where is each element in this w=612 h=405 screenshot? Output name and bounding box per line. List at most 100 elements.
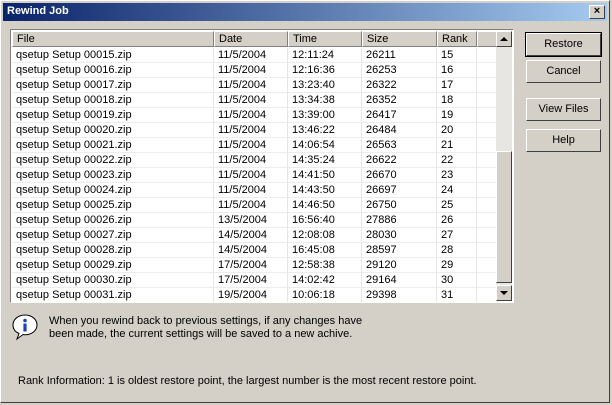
- cell-spacer: [477, 78, 498, 93]
- cell-file: qsetup Setup 00023.zip: [12, 168, 214, 183]
- cell-time: 12:16:36: [288, 63, 362, 78]
- cell-spacer: [477, 288, 498, 302]
- list-item[interactable]: qsetup Setup 00029.zip 17/5/2004 12:58:38 2…: [12, 258, 498, 273]
- list-item[interactable]: qsetup Setup 00026.zip 13/5/2004 16:56:40 2…: [12, 213, 498, 228]
- column-header-time[interactable]: Time: [288, 31, 362, 47]
- cell-file: qsetup Setup 00026.zip: [12, 213, 214, 228]
- cell-file: qsetup Setup 00021.zip: [12, 138, 214, 153]
- list-item[interactable]: qsetup Setup 00023.zip 11/5/2004 14:41:50 2…: [12, 168, 498, 183]
- cell-date: 17/5/2004: [214, 273, 288, 288]
- list-item[interactable]: qsetup Setup 00031.zip 19/5/2004 10:06:18 2…: [12, 288, 498, 302]
- cell-time: 13:23:40: [288, 78, 362, 93]
- arrow-down-icon: [500, 291, 508, 295]
- column-header-date[interactable]: Date: [214, 31, 288, 47]
- cell-rank: 15: [437, 48, 477, 63]
- cell-time: 14:35:24: [288, 153, 362, 168]
- cell-rank: 21: [437, 138, 477, 153]
- cell-date: 13/5/2004: [214, 213, 288, 228]
- cell-size: 26352: [362, 93, 437, 108]
- cell-spacer: [477, 63, 498, 78]
- cell-date: 11/5/2004: [214, 78, 288, 93]
- cell-time: 13:34:38: [288, 93, 362, 108]
- cell-time: 16:45:08: [288, 243, 362, 258]
- cell-time: 10:06:18: [288, 288, 362, 302]
- cell-size: 26211: [362, 48, 437, 63]
- cell-size: 29120: [362, 258, 437, 273]
- cell-rank: 27: [437, 228, 477, 243]
- list-item[interactable]: qsetup Setup 00024.zip 11/5/2004 14:43:50 2…: [12, 183, 498, 198]
- cell-size: 26484: [362, 123, 437, 138]
- list-item[interactable]: qsetup Setup 00030.zip 17/5/2004 14:02:42 2…: [12, 273, 498, 288]
- cell-spacer: [477, 213, 498, 228]
- scroll-up-button[interactable]: [496, 31, 512, 47]
- cell-size: 26417: [362, 108, 437, 123]
- cell-time: 12:08:08: [288, 228, 362, 243]
- cell-rank: 24: [437, 183, 477, 198]
- column-header-rank[interactable]: Rank: [437, 31, 477, 47]
- list-item[interactable]: qsetup Setup 00018.zip 11/5/2004 13:34:38 2…: [12, 93, 498, 108]
- cell-spacer: [477, 123, 498, 138]
- list-item[interactable]: qsetup Setup 00021.zip 11/5/2004 14:06:54 2…: [12, 138, 498, 153]
- cell-date: 14/5/2004: [214, 228, 288, 243]
- view-files-button[interactable]: View Files: [526, 98, 601, 121]
- help-button[interactable]: Help: [526, 129, 601, 152]
- cell-spacer: [477, 168, 498, 183]
- list-item[interactable]: qsetup Setup 00020.zip 11/5/2004 13:46:22 2…: [12, 123, 498, 138]
- scroll-thumb[interactable]: [496, 151, 512, 283]
- list-item[interactable]: qsetup Setup 00027.zip 14/5/2004 12:08:08 2…: [12, 228, 498, 243]
- list-header: File Date Time Size Rank: [12, 31, 498, 47]
- cell-time: 13:46:22: [288, 123, 362, 138]
- cell-spacer: [477, 243, 498, 258]
- list-item[interactable]: qsetup Setup 00028.zip 14/5/2004 16:45:08 2…: [12, 243, 498, 258]
- cell-rank: 29: [437, 258, 477, 273]
- cell-file: qsetup Setup 00031.zip: [12, 288, 214, 302]
- list-item[interactable]: qsetup Setup 00017.zip 11/5/2004 13:23:40 2…: [12, 78, 498, 93]
- cell-date: 19/5/2004: [214, 288, 288, 302]
- list-item[interactable]: qsetup Setup 00015.zip 11/5/2004 12:11:24 2…: [12, 48, 498, 63]
- close-button[interactable]: ×: [589, 5, 605, 19]
- cell-size: 29164: [362, 273, 437, 288]
- cell-time: 14:43:50: [288, 183, 362, 198]
- cell-rank: 25: [437, 198, 477, 213]
- restore-points-list[interactable]: File Date Time Size Rank qsetup Setup 00015.…: [10, 29, 514, 303]
- cell-size: 26322: [362, 78, 437, 93]
- cell-size: 27886: [362, 213, 437, 228]
- cell-file: qsetup Setup 00018.zip: [12, 93, 214, 108]
- cell-date: 11/5/2004: [214, 183, 288, 198]
- column-header-size[interactable]: Size: [362, 31, 437, 47]
- list-item[interactable]: qsetup Setup 00016.zip 11/5/2004 12:16:36 2…: [12, 63, 498, 78]
- cell-file: qsetup Setup 00017.zip: [12, 78, 214, 93]
- list-item[interactable]: qsetup Setup 00025.zip 11/5/2004 14:46:50 2…: [12, 198, 498, 213]
- cell-file: qsetup Setup 00022.zip: [12, 153, 214, 168]
- cell-size: 26750: [362, 198, 437, 213]
- cell-time: 12:58:38: [288, 258, 362, 273]
- cell-date: 11/5/2004: [214, 123, 288, 138]
- column-header-spacer[interactable]: [477, 31, 498, 47]
- list-item[interactable]: qsetup Setup 00022.zip 11/5/2004 14:35:24 2…: [12, 153, 498, 168]
- title-bar[interactable]: Rewind Job ×: [3, 3, 607, 21]
- list-item[interactable]: qsetup Setup 00019.zip 11/5/2004 13:39:00 2…: [12, 108, 498, 123]
- cell-rank: 19: [437, 108, 477, 123]
- restore-button[interactable]: Restore: [525, 32, 602, 57]
- cell-rank: 20: [437, 123, 477, 138]
- column-header-file[interactable]: File: [12, 31, 214, 47]
- vertical-scrollbar[interactable]: [496, 31, 512, 301]
- cell-file: qsetup Setup 00030.zip: [12, 273, 214, 288]
- cell-time: 14:06:54: [288, 138, 362, 153]
- cell-spacer: [477, 138, 498, 153]
- cell-date: 11/5/2004: [214, 48, 288, 63]
- cancel-button[interactable]: Cancel: [526, 60, 601, 83]
- cell-date: 11/5/2004: [214, 198, 288, 213]
- cell-size: 28597: [362, 243, 437, 258]
- cell-spacer: [477, 198, 498, 213]
- cell-file: qsetup Setup 00029.zip: [12, 258, 214, 273]
- cell-size: 29398: [362, 288, 437, 302]
- cell-rank: 30: [437, 273, 477, 288]
- cell-file: qsetup Setup 00015.zip: [12, 48, 214, 63]
- cell-time: 14:46:50: [288, 198, 362, 213]
- cell-date: 14/5/2004: [214, 243, 288, 258]
- scroll-down-button[interactable]: [496, 285, 512, 301]
- cell-file: qsetup Setup 00016.zip: [12, 63, 214, 78]
- window-title: Rewind Job: [7, 5, 69, 17]
- cell-file: qsetup Setup 00025.zip: [12, 198, 214, 213]
